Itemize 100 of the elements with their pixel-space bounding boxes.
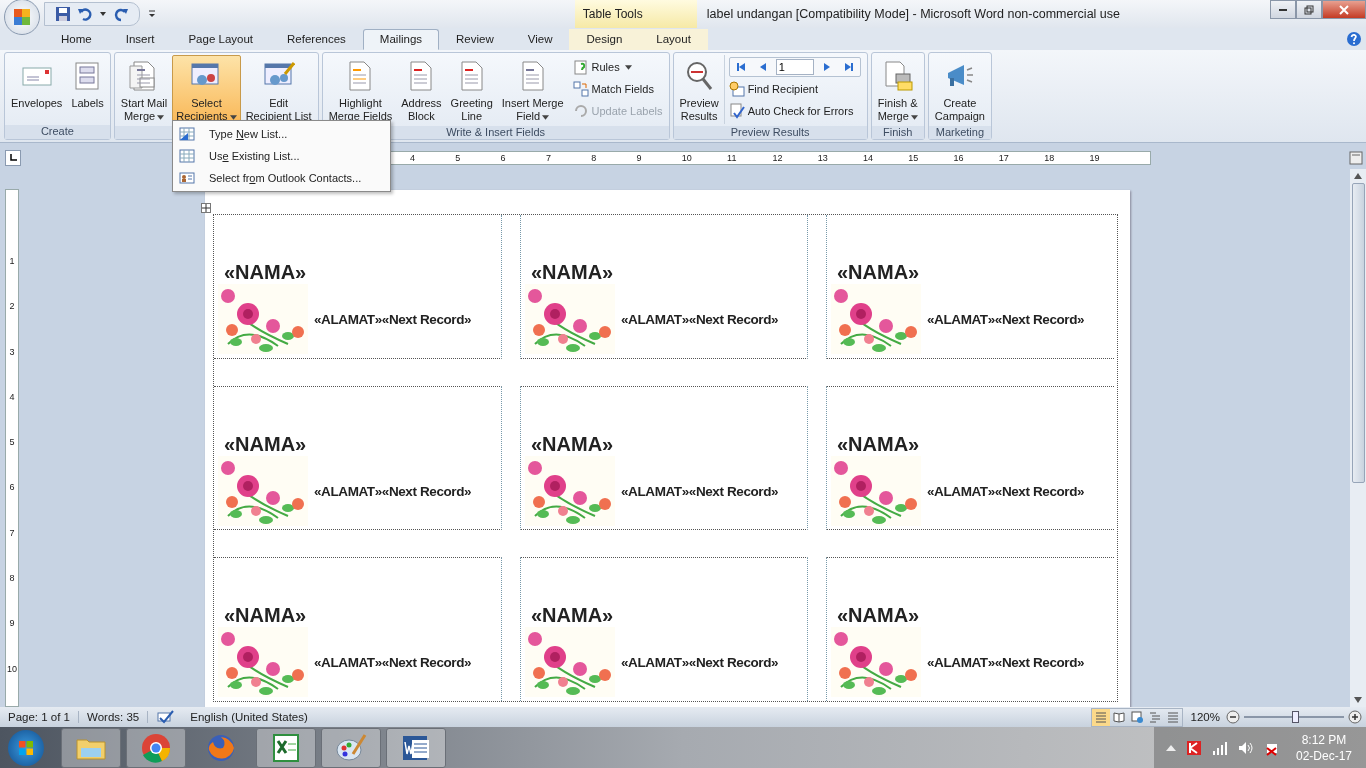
close-button[interactable] [1322, 0, 1366, 19]
address-merge-field: «ALAMAT»«Next Record» [314, 483, 472, 499]
fields-icon [572, 81, 589, 97]
right-arrow-icon [821, 62, 832, 72]
minimize-button[interactable] [1270, 0, 1296, 19]
undo-icon[interactable] [77, 6, 93, 22]
first-arrow-icon [735, 62, 746, 72]
caret-icon [910, 114, 918, 120]
ribbon-tab[interactable]: View [510, 29, 570, 50]
start-button[interactable] [8, 729, 44, 766]
help-icon[interactable] [1346, 31, 1362, 47]
antivirus-icon[interactable] [1185, 739, 1202, 756]
zoom-in-icon[interactable] [1348, 710, 1362, 724]
language-indicator[interactable]: English (United States) [182, 711, 316, 723]
address-merge-field: «ALAMAT»«Next Record» [621, 483, 779, 499]
ruler-number: 12 [772, 153, 784, 163]
group-label: Finish [871, 126, 924, 139]
ribbon-button[interactable]: Finish & Merge [873, 55, 922, 124]
word-count[interactable]: Words: 35 [79, 711, 149, 723]
ruler-number: 6 [500, 153, 507, 163]
caret-icon [624, 64, 632, 70]
taskbar-button[interactable] [386, 727, 446, 768]
group-label: Marketing [928, 126, 991, 139]
ruler-number: 7 [545, 153, 552, 163]
scroll-down-icon[interactable] [1354, 697, 1362, 703]
page-count[interactable]: Page: 1 of 1 [0, 711, 80, 723]
ribbon-small-button[interactable]: Match Fields [572, 79, 663, 99]
address-merge-field: «ALAMAT»«Next Record» [621, 654, 779, 670]
ribbon-tab[interactable]: Design [569, 29, 640, 50]
save-icon[interactable] [55, 6, 71, 22]
show-hidden-icons-icon[interactable] [1165, 744, 1176, 751]
address-merge-field: «ALAMAT»«Next Record» [927, 654, 1085, 670]
group-label: Preview Results [673, 126, 867, 139]
caret-icon [157, 114, 165, 120]
ruler-number: 3 [9, 346, 15, 359]
ribbon-button[interactable]: Insert Merge Field [497, 55, 568, 124]
taskbar-button[interactable] [126, 727, 186, 768]
vertical-scrollbar[interactable] [1350, 169, 1366, 707]
ruler-number: 15 [908, 153, 920, 163]
taskbar-button[interactable] [256, 727, 316, 768]
address-merge-field: «ALAMAT»«Next Record» [621, 311, 779, 327]
restore-icon [1304, 4, 1314, 15]
redo-icon[interactable] [113, 6, 129, 22]
ribbon-small-button[interactable]: Auto Check for Errors [728, 101, 861, 121]
scrollbar-thumb[interactable] [1351, 183, 1365, 483]
refresh-icon [572, 103, 589, 119]
ribbon-small-button[interactable]: Find Recipient [728, 79, 861, 99]
ribbon-button[interactable]: Highlight Merge Fields [324, 55, 397, 124]
customize-toolbar-icon[interactable] [148, 9, 156, 19]
ribbon-button[interactable]: Address Block [397, 55, 446, 124]
ribbon-tab[interactable]: Mailings [362, 29, 440, 50]
ruler-number: 7 [9, 527, 15, 540]
ribbon-button[interactable]: Envelopes [7, 55, 67, 123]
ruler-number: 11 [727, 153, 738, 163]
ribbon-button[interactable]: Start Mail Merge [116, 55, 172, 124]
ruler-number: 8 [591, 153, 598, 163]
lines-icon [1094, 711, 1107, 723]
name-merge-field: «NAMA» [837, 261, 920, 284]
ribbon-tab[interactable]: References [270, 29, 363, 50]
taskbar-button[interactable] [61, 727, 121, 768]
ruler-number: 19 [1089, 153, 1101, 163]
ruler-number: 5 [9, 437, 15, 450]
left-tab-stop-icon [9, 154, 17, 162]
spreadsheet-icon[interactable] [270, 731, 302, 764]
taskbar-button[interactable] [321, 727, 381, 768]
last-arrow-icon [843, 62, 854, 72]
ruler-number: 10 [7, 663, 17, 676]
ribbon-tab[interactable]: Insert [108, 29, 172, 50]
lines-icon [1166, 711, 1179, 723]
zoom-slider-thumb[interactable] [1292, 711, 1299, 723]
ruler-number: 2 [9, 301, 15, 314]
tab-selector[interactable] [5, 150, 21, 166]
ribbon-button[interactable]: Labels [67, 55, 108, 123]
ruler-number: 9 [9, 618, 15, 631]
ribbon-tab[interactable]: Review [439, 29, 511, 50]
chrome-icon[interactable] [140, 731, 172, 764]
office-button[interactable] [4, 0, 40, 35]
ribbon-button[interactable]: Create Campaign [930, 55, 989, 124]
scroll-up-icon[interactable] [1354, 173, 1362, 179]
zoom-out-icon[interactable] [1226, 710, 1240, 724]
ribbon-tab[interactable]: Home [44, 29, 109, 50]
ribbon-small-button[interactable]: Rules [572, 57, 663, 77]
zoom-level[interactable]: 120% [1190, 711, 1220, 723]
ribbon-button[interactable]: Greeting Line [446, 55, 497, 124]
close-icon [1339, 4, 1349, 15]
menu-item[interactable]: Use Existing List... [175, 145, 388, 167]
table-move-handle-icon[interactable] [201, 203, 211, 213]
name-merge-field: «NAMA» [531, 604, 614, 627]
menu-item[interactable]: Select from Outlook Contacts... [175, 167, 388, 189]
signal-bars-icon[interactable] [1211, 739, 1228, 756]
restore-button[interactable] [1296, 0, 1322, 19]
view-ruler-icon[interactable] [1349, 151, 1363, 165]
record-number-field[interactable]: 1 [775, 59, 814, 75]
caret-icon [542, 114, 550, 120]
ribbon-tab[interactable]: Page Layout [171, 29, 271, 50]
ruler-number: 13 [817, 153, 829, 163]
ribbon-tab[interactable]: Layout [639, 29, 708, 50]
dropdown-caret-icon[interactable] [99, 10, 107, 18]
ribbon-button[interactable]: Preview Results [675, 55, 723, 124]
proofing-check-icon[interactable] [156, 710, 175, 724]
